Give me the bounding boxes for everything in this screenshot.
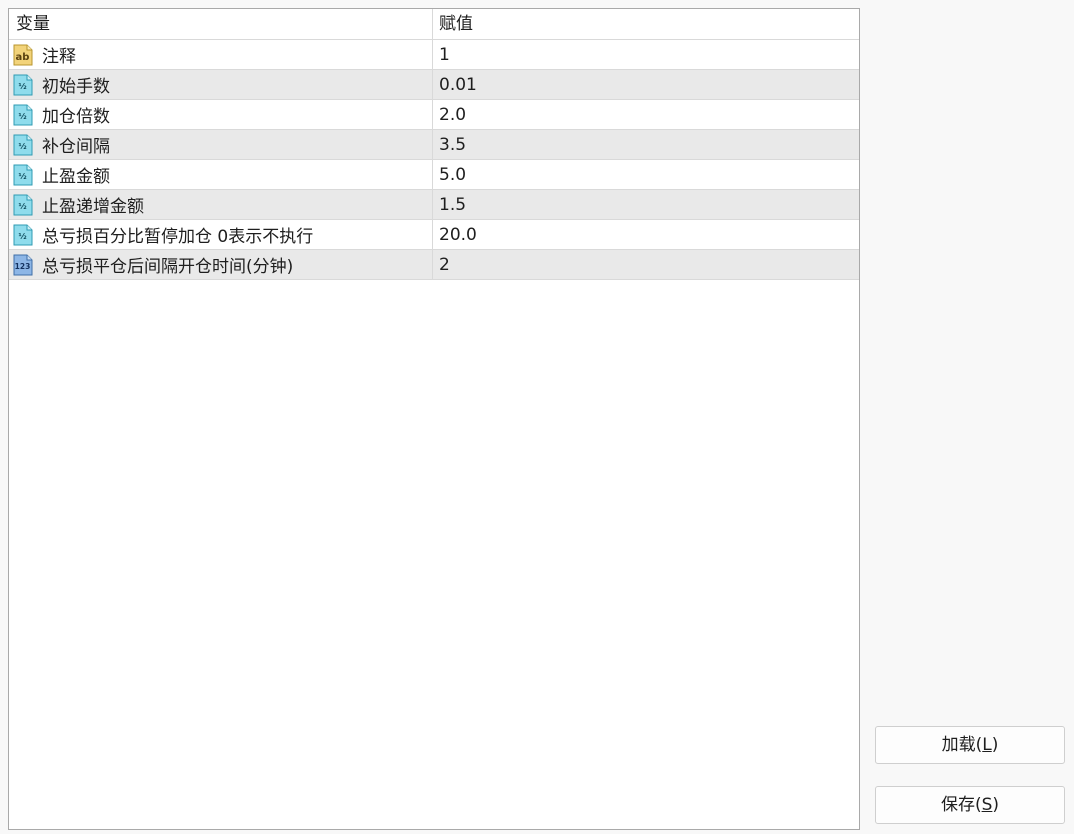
load-button[interactable]: 加载(L): [875, 726, 1065, 764]
svg-text:½: ½: [18, 141, 26, 151]
double-type-icon: ½: [12, 104, 34, 126]
variable-name: 止盈金额: [42, 167, 110, 187]
parameters-table: 变量 赋值 ab 注释 1 ½ 初始手数 0.01 ½ 加仓倍数 2.0 ½ 补仓间隔 3.5 ½ 止盈金…: [8, 8, 860, 830]
header-value[interactable]: 赋值: [433, 9, 859, 39]
table-row[interactable]: 123 总亏损平仓后间隔开仓时间(分钟) 2: [9, 250, 859, 280]
value-cell[interactable]: 5.0: [433, 160, 859, 189]
table-row[interactable]: ½ 总亏损百分比暂停加仓 0表示不执行 20.0: [9, 220, 859, 250]
svg-text:½: ½: [18, 231, 26, 241]
value-cell[interactable]: 3.5: [433, 130, 859, 159]
double-type-icon: ½: [12, 134, 34, 156]
variable-cell[interactable]: 123 总亏损平仓后间隔开仓时间(分钟): [9, 250, 433, 279]
variable-name: 止盈递增金额: [42, 197, 144, 217]
variable-name: 注释: [42, 47, 76, 67]
variable-name: 补仓间隔: [42, 137, 110, 157]
svg-text:½: ½: [18, 201, 26, 211]
load-button-mnemonic: L: [982, 735, 992, 755]
table-row[interactable]: ½ 初始手数 0.01: [9, 70, 859, 100]
variable-name: 总亏损平仓后间隔开仓时间(分钟): [42, 257, 294, 277]
table-body: ab 注释 1 ½ 初始手数 0.01 ½ 加仓倍数 2.0 ½ 补仓间隔 3.5 ½ 止盈金额 5.0 ½ 止…: [9, 40, 859, 280]
value-cell[interactable]: 2.0: [433, 100, 859, 129]
table-row[interactable]: ab 注释 1: [9, 40, 859, 70]
value-cell[interactable]: 20.0: [433, 220, 859, 249]
string-type-icon: ab: [12, 44, 34, 66]
variable-cell[interactable]: ½ 总亏损百分比暂停加仓 0表示不执行: [9, 220, 433, 249]
variable-cell[interactable]: ½ 止盈金额: [9, 160, 433, 189]
value-cell[interactable]: 1.5: [433, 190, 859, 219]
table-row[interactable]: ½ 补仓间隔 3.5: [9, 130, 859, 160]
svg-text:½: ½: [18, 171, 26, 181]
save-button-label: 保存(: [940, 795, 982, 815]
save-button-suffix: ): [992, 795, 1000, 815]
table-row[interactable]: ½ 止盈金额 5.0: [9, 160, 859, 190]
load-button-label: 加载(: [941, 735, 983, 755]
double-type-icon: ½: [12, 164, 34, 186]
svg-text:½: ½: [18, 81, 26, 91]
variable-cell[interactable]: ½ 初始手数: [9, 70, 433, 99]
svg-text:½: ½: [18, 111, 26, 121]
value-cell[interactable]: 0.01: [433, 70, 859, 99]
header-variable[interactable]: 变量: [9, 9, 433, 39]
svg-text:123: 123: [15, 262, 31, 271]
variable-cell[interactable]: ½ 加仓倍数: [9, 100, 433, 129]
variable-name: 初始手数: [42, 77, 110, 97]
svg-text:ab: ab: [16, 52, 30, 63]
double-type-icon: ½: [12, 224, 34, 246]
double-type-icon: ½: [12, 194, 34, 216]
save-button[interactable]: 保存(S): [875, 786, 1065, 824]
variable-cell[interactable]: ½ 止盈递增金额: [9, 190, 433, 219]
inputs-dialog: 变量 赋值 ab 注释 1 ½ 初始手数 0.01 ½ 加仓倍数 2.0 ½ 补仓间隔 3.5 ½ 止盈金…: [0, 0, 1074, 834]
double-type-icon: ½: [12, 74, 34, 96]
save-button-mnemonic: S: [981, 795, 993, 815]
variable-cell[interactable]: ½ 补仓间隔: [9, 130, 433, 159]
table-header: 变量 赋值: [9, 9, 859, 40]
load-button-suffix: ): [991, 735, 999, 755]
table-row[interactable]: ½ 加仓倍数 2.0: [9, 100, 859, 130]
variable-cell[interactable]: ab 注释: [9, 40, 433, 69]
table-row[interactable]: ½ 止盈递增金额 1.5: [9, 190, 859, 220]
variable-name: 总亏损百分比暂停加仓 0表示不执行: [42, 227, 314, 247]
value-cell[interactable]: 1: [433, 40, 859, 69]
value-cell[interactable]: 2: [433, 250, 859, 279]
variable-name: 加仓倍数: [42, 107, 110, 127]
integer-type-icon: 123: [12, 254, 34, 276]
